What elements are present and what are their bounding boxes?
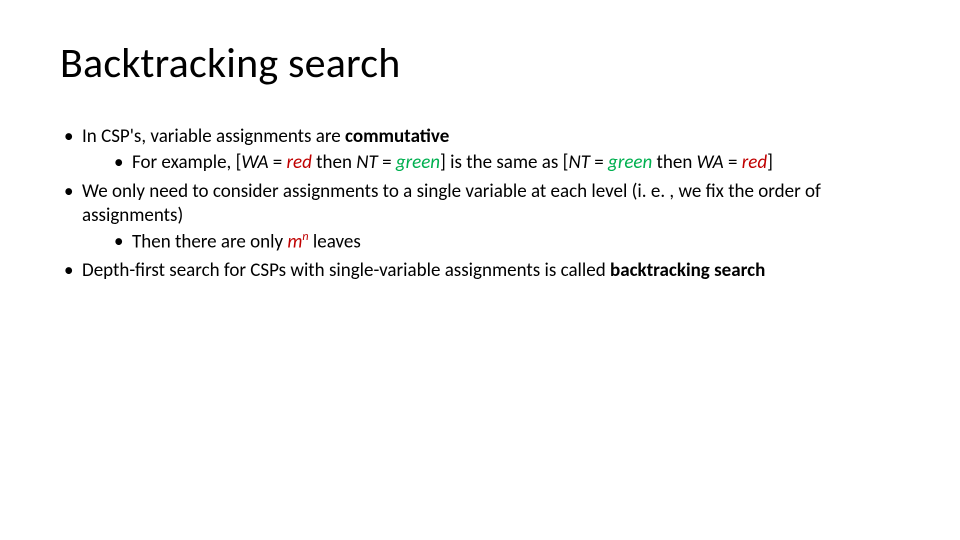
slide-content: In CSP's, variable assignments are commu… xyxy=(60,125,900,283)
bullet-3: Depth-first search for CSPs with single-… xyxy=(60,259,900,283)
b1s1-NT2: NT xyxy=(568,151,590,174)
b1s1-green2: green xyxy=(608,151,652,174)
bullet-1-sub-1: For example, [WA = red then NT = green] … xyxy=(110,151,900,175)
b1s1-pre: For example, [ xyxy=(132,151,241,174)
bullet-2-sub-1: Then there are only mn leaves xyxy=(110,230,900,255)
b2s1-pre: Then there are only xyxy=(132,231,287,254)
bullet-1: In CSP's, variable assignments are commu… xyxy=(60,125,900,176)
b1s1-mid: ] is the same as [ xyxy=(440,151,568,174)
bullet-2-text: We only need to consider assignments to … xyxy=(82,180,821,227)
bullet-1-sublist: For example, [WA = red then NT = green] … xyxy=(82,151,900,175)
b1s1-eq1: = xyxy=(268,151,286,174)
bullet-2-sublist: Then there are only mn leaves xyxy=(82,230,900,255)
b1s1-eq2: = xyxy=(378,151,396,174)
b1s1-green1: green xyxy=(396,151,440,174)
b1s1-red1: red xyxy=(287,151,312,174)
bullet-2: We only need to consider assignments to … xyxy=(60,180,900,255)
b1s1-eq3: = xyxy=(590,151,608,174)
bullet-list: In CSP's, variable assignments are commu… xyxy=(60,125,900,283)
b1s1-NT1: NT xyxy=(356,151,378,174)
bullet-1-pre: In CSP's, variable assignments are xyxy=(82,125,345,148)
bullet-1-bold: commutative xyxy=(345,125,449,148)
b1s1-red2: red xyxy=(742,151,767,174)
b1s1-WA1: WA xyxy=(241,151,268,174)
bullet-3-bold: backtracking search xyxy=(610,259,765,282)
b1s1-WA2: WA xyxy=(697,151,724,174)
bullet-3-pre: Depth-first search for CSPs with single-… xyxy=(82,259,610,282)
b1s1-eq4: = xyxy=(724,151,742,174)
slide-title: Backtracking search xyxy=(60,38,900,89)
slide: Backtracking search In CSP's, variable a… xyxy=(0,0,960,540)
b1s1-close: ] xyxy=(767,151,773,174)
b1s1-then2: then xyxy=(652,151,696,174)
b2s1-m: m xyxy=(287,231,302,254)
b1s1-then1: then xyxy=(312,151,356,174)
b2s1-post: leaves xyxy=(309,231,361,254)
